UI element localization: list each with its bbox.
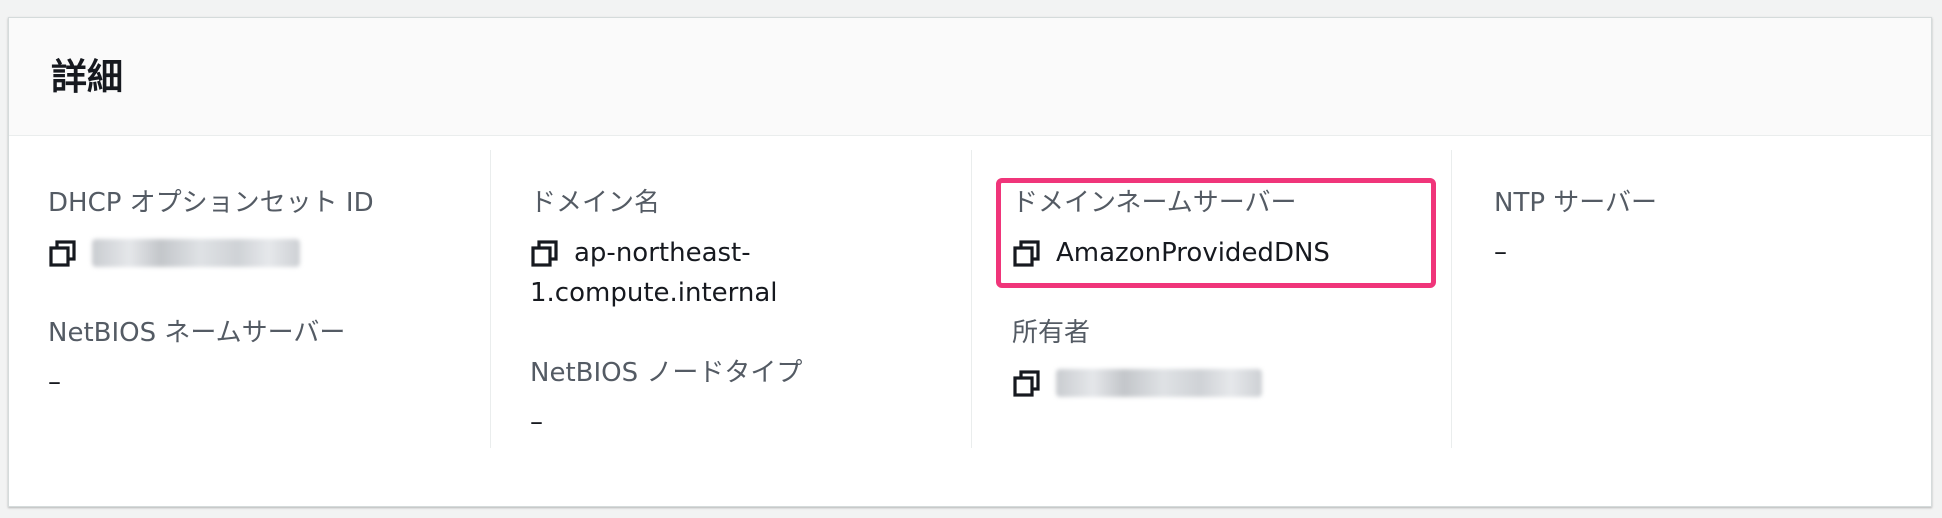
column-4: NTP サーバー – [1494, 150, 1914, 448]
dhcp-option-set-id-label: DHCP オプションセット ID [48, 188, 374, 218]
column-3: ドメインネームサーバー AmazonProvidedDNS 所有者 [1012, 150, 1452, 448]
copy-icon[interactable] [1012, 239, 1042, 269]
netbios-node-type-value: – [530, 407, 543, 438]
ntp-servers-value: – [1494, 237, 1507, 268]
field-netbios-node-type: NetBIOS ノードタイプ – [530, 358, 802, 438]
column-divider [971, 150, 972, 448]
field-ntp-servers: NTP サーバー – [1494, 188, 1657, 268]
domain-name-servers-value: AmazonProvidedDNS [1056, 238, 1330, 269]
domain-name-label: ドメイン名 [530, 188, 661, 218]
panel-title: 詳細 [51, 57, 124, 98]
dhcp-option-set-id-value-redacted [92, 239, 300, 268]
domain-name-value-line-2: 1.compute.internal [530, 278, 778, 309]
netbios-name-servers-value: – [48, 367, 61, 398]
column-1: DHCP オプションセット ID NetBIOS ネームサーバー – [48, 150, 488, 448]
field-domain-name: ドメイン名 ap-northeast- 1.compute.internal [530, 188, 794, 313]
netbios-name-servers-label: NetBIOS ネームサーバー [48, 318, 346, 348]
field-domain-name-servers: ドメインネームサーバー AmazonProvidedDNS [1012, 188, 1330, 273]
copy-icon[interactable] [1012, 369, 1042, 399]
domain-name-servers-value-row: AmazonProvidedDNS [1012, 233, 1330, 273]
domain-name-value-row: ap-northeast- [530, 233, 794, 273]
dhcp-option-set-id-value-row [48, 233, 374, 269]
domain-name-value: ap-northeast- [574, 233, 794, 273]
domain-name-servers-label: ドメインネームサーバー [1012, 188, 1297, 218]
ntp-servers-label: NTP サーバー [1494, 188, 1658, 218]
owner-value-row [1012, 363, 1262, 399]
owner-value-redacted [1056, 369, 1262, 398]
panel-header: 詳細 [9, 18, 1931, 136]
copy-icon[interactable] [48, 239, 78, 269]
column-divider [490, 150, 491, 448]
copy-icon[interactable] [530, 239, 560, 269]
netbios-node-type-label: NetBIOS ノードタイプ [530, 358, 803, 388]
column-2: ドメイン名 ap-northeast- 1.compute.internal N… [530, 150, 970, 448]
column-divider [1451, 150, 1452, 448]
field-dhcp-option-set-id: DHCP オプションセット ID [48, 188, 374, 269]
domain-name-value-line-1: ap-northeast- [574, 238, 751, 269]
owner-label: 所有者 [1012, 318, 1091, 348]
field-netbios-name-servers: NetBIOS ネームサーバー – [48, 318, 345, 398]
field-owner: 所有者 [1012, 318, 1262, 399]
